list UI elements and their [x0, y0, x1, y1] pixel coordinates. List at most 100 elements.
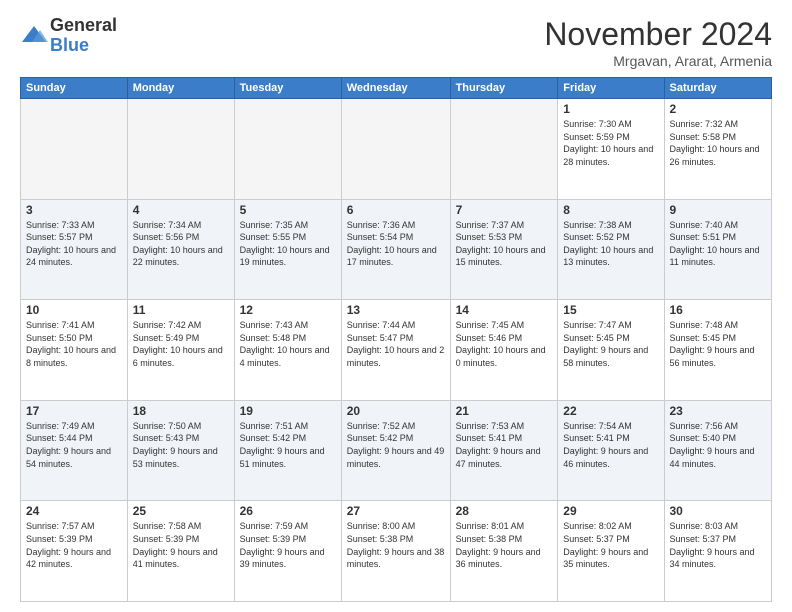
day-number: 3	[26, 203, 122, 217]
calendar-cell: 26Sunrise: 7:59 AM Sunset: 5:39 PM Dayli…	[234, 501, 341, 602]
day-info: Sunrise: 7:34 AM Sunset: 5:56 PM Dayligh…	[133, 219, 229, 269]
calendar-cell: 24Sunrise: 7:57 AM Sunset: 5:39 PM Dayli…	[21, 501, 128, 602]
calendar-cell: 20 Sunrise: 7:52 AM Sunset: 5:42 PM Dayli…	[341, 400, 450, 501]
day-number: 23	[670, 404, 767, 418]
calendar-cell: 18 Sunrise: 7:50 AM Sunset: 5:43 PM Dayli…	[127, 400, 234, 501]
day-info: Sunrise: 7:54 AM Sunset: 5:41 PM Dayligh…	[563, 420, 658, 470]
day-info: Sunrise: 7:59 AM Sunset: 5:39 PM Dayligh…	[240, 520, 336, 570]
logo-text: General Blue	[50, 16, 117, 56]
calendar-cell	[450, 99, 558, 200]
col-tuesday: Tuesday	[234, 78, 341, 99]
day-number: 15	[563, 303, 658, 317]
page: General Blue November 2024 Mrgavan, Arar…	[0, 0, 792, 612]
calendar-cell: 13Sunrise: 7:44 AM Sunset: 5:47 PM Dayli…	[341, 300, 450, 401]
logo-general: General	[50, 16, 117, 36]
day-info: Sunrise: 7:40 AM Sunset: 5:51 PM Dayligh…	[670, 219, 767, 269]
calendar-cell: 12 Sunrise: 7:43 AM Sunset: 5:48 PM Dayli…	[234, 300, 341, 401]
day-number: 21	[456, 404, 553, 418]
day-info: Sunrise: 7:42 AM Sunset: 5:49 PM Dayligh…	[133, 319, 229, 369]
calendar-cell	[21, 99, 128, 200]
day-number: 1	[563, 102, 658, 116]
day-info: Sunrise: 7:44 AM Sunset: 5:47 PM Dayligh…	[347, 319, 445, 369]
day-number: 10	[26, 303, 122, 317]
day-info: Sunrise: 7:57 AM Sunset: 5:39 PM Dayligh…	[26, 520, 122, 570]
day-number: 30	[670, 504, 767, 518]
day-info: Sunrise: 8:03 AM Sunset: 5:37 PM Dayligh…	[670, 520, 767, 570]
logo-icon	[20, 22, 48, 50]
day-info: Sunrise: 7:41 AM Sunset: 5:50 PM Dayligh…	[26, 319, 122, 369]
subtitle: Mrgavan, Ararat, Armenia	[544, 53, 772, 69]
calendar-week-3: 17Sunrise: 7:49 AM Sunset: 5:44 PM Dayli…	[21, 400, 772, 501]
day-number: 16	[670, 303, 767, 317]
calendar-cell: 9 Sunrise: 7:40 AM Sunset: 5:51 PM Daylig…	[664, 199, 772, 300]
day-number: 2	[670, 102, 767, 116]
day-number: 27	[347, 504, 445, 518]
calendar-cell: 17Sunrise: 7:49 AM Sunset: 5:44 PM Dayli…	[21, 400, 128, 501]
day-info: Sunrise: 7:45 AM Sunset: 5:46 PM Dayligh…	[456, 319, 553, 369]
day-info: Sunrise: 8:01 AM Sunset: 5:38 PM Dayligh…	[456, 520, 553, 570]
title-block: November 2024 Mrgavan, Ararat, Armenia	[544, 16, 772, 69]
day-info: Sunrise: 7:53 AM Sunset: 5:41 PM Dayligh…	[456, 420, 553, 470]
header: General Blue November 2024 Mrgavan, Arar…	[20, 16, 772, 69]
day-info: Sunrise: 7:47 AM Sunset: 5:45 PM Dayligh…	[563, 319, 658, 369]
logo-blue: Blue	[50, 36, 117, 56]
day-number: 22	[563, 404, 658, 418]
calendar-cell: 10 Sunrise: 7:41 AM Sunset: 5:50 PM Dayli…	[21, 300, 128, 401]
day-number: 19	[240, 404, 336, 418]
day-number: 20	[347, 404, 445, 418]
calendar-cell: 25 Sunrise: 7:58 AM Sunset: 5:39 PM Dayli…	[127, 501, 234, 602]
calendar-cell: 1 Sunrise: 7:30 AM Sunset: 5:59 PM Daylig…	[558, 99, 664, 200]
calendar-cell: 4 Sunrise: 7:34 AM Sunset: 5:56 PM Daylig…	[127, 199, 234, 300]
day-info: Sunrise: 7:33 AM Sunset: 5:57 PM Dayligh…	[26, 219, 122, 269]
calendar-cell: 7Sunrise: 7:37 AM Sunset: 5:53 PM Daylig…	[450, 199, 558, 300]
calendar-cell: 22 Sunrise: 7:54 AM Sunset: 5:41 PM Dayli…	[558, 400, 664, 501]
day-info: Sunrise: 7:35 AM Sunset: 5:55 PM Dayligh…	[240, 219, 336, 269]
day-number: 4	[133, 203, 229, 217]
day-number: 14	[456, 303, 553, 317]
day-info: Sunrise: 7:36 AM Sunset: 5:54 PM Dayligh…	[347, 219, 445, 269]
calendar-cell: 29Sunrise: 8:02 AM Sunset: 5:37 PM Dayli…	[558, 501, 664, 602]
calendar-week-4: 24Sunrise: 7:57 AM Sunset: 5:39 PM Dayli…	[21, 501, 772, 602]
day-info: Sunrise: 8:00 AM Sunset: 5:38 PM Dayligh…	[347, 520, 445, 570]
calendar-table: Sunday Monday Tuesday Wednesday Thursday…	[20, 77, 772, 602]
day-info: Sunrise: 7:58 AM Sunset: 5:39 PM Dayligh…	[133, 520, 229, 570]
col-saturday: Saturday	[664, 78, 772, 99]
day-info: Sunrise: 7:43 AM Sunset: 5:48 PM Dayligh…	[240, 319, 336, 369]
calendar-cell: 27 Sunrise: 8:00 AM Sunset: 5:38 PM Dayli…	[341, 501, 450, 602]
calendar-cell: 16Sunrise: 7:48 AM Sunset: 5:45 PM Dayli…	[664, 300, 772, 401]
day-number: 29	[563, 504, 658, 518]
logo: General Blue	[20, 16, 117, 56]
col-friday: Friday	[558, 78, 664, 99]
col-monday: Monday	[127, 78, 234, 99]
day-number: 18	[133, 404, 229, 418]
month-title: November 2024	[544, 16, 772, 53]
col-thursday: Thursday	[450, 78, 558, 99]
day-info: Sunrise: 7:50 AM Sunset: 5:43 PM Dayligh…	[133, 420, 229, 470]
calendar-cell: 21 Sunrise: 7:53 AM Sunset: 5:41 PM Dayli…	[450, 400, 558, 501]
calendar-week-1: 3 Sunrise: 7:33 AM Sunset: 5:57 PM Daylig…	[21, 199, 772, 300]
calendar-cell: 15 Sunrise: 7:47 AM Sunset: 5:45 PM Dayli…	[558, 300, 664, 401]
day-number: 6	[347, 203, 445, 217]
calendar-cell: 14 Sunrise: 7:45 AM Sunset: 5:46 PM Dayli…	[450, 300, 558, 401]
calendar-body: 1 Sunrise: 7:30 AM Sunset: 5:59 PM Daylig…	[21, 99, 772, 602]
day-info: Sunrise: 7:38 AM Sunset: 5:52 PM Dayligh…	[563, 219, 658, 269]
day-number: 9	[670, 203, 767, 217]
calendar-cell: 30 Sunrise: 8:03 AM Sunset: 5:37 PM Dayli…	[664, 501, 772, 602]
day-info: Sunrise: 7:37 AM Sunset: 5:53 PM Dayligh…	[456, 219, 553, 269]
calendar-header: Sunday Monday Tuesday Wednesday Thursday…	[21, 78, 772, 99]
header-row: Sunday Monday Tuesday Wednesday Thursday…	[21, 78, 772, 99]
day-info: Sunrise: 7:30 AM Sunset: 5:59 PM Dayligh…	[563, 118, 658, 168]
calendar-week-0: 1 Sunrise: 7:30 AM Sunset: 5:59 PM Daylig…	[21, 99, 772, 200]
calendar-cell: 28Sunrise: 8:01 AM Sunset: 5:38 PM Dayli…	[450, 501, 558, 602]
day-number: 12	[240, 303, 336, 317]
calendar-week-2: 10 Sunrise: 7:41 AM Sunset: 5:50 PM Dayli…	[21, 300, 772, 401]
col-wednesday: Wednesday	[341, 78, 450, 99]
day-info: Sunrise: 7:49 AM Sunset: 5:44 PM Dayligh…	[26, 420, 122, 470]
calendar-cell: 6 Sunrise: 7:36 AM Sunset: 5:54 PM Daylig…	[341, 199, 450, 300]
calendar-cell	[234, 99, 341, 200]
day-number: 25	[133, 504, 229, 518]
day-info: Sunrise: 7:52 AM Sunset: 5:42 PM Dayligh…	[347, 420, 445, 470]
calendar-cell: 23Sunrise: 7:56 AM Sunset: 5:40 PM Dayli…	[664, 400, 772, 501]
calendar-cell: 8Sunrise: 7:38 AM Sunset: 5:52 PM Daylig…	[558, 199, 664, 300]
col-sunday: Sunday	[21, 78, 128, 99]
